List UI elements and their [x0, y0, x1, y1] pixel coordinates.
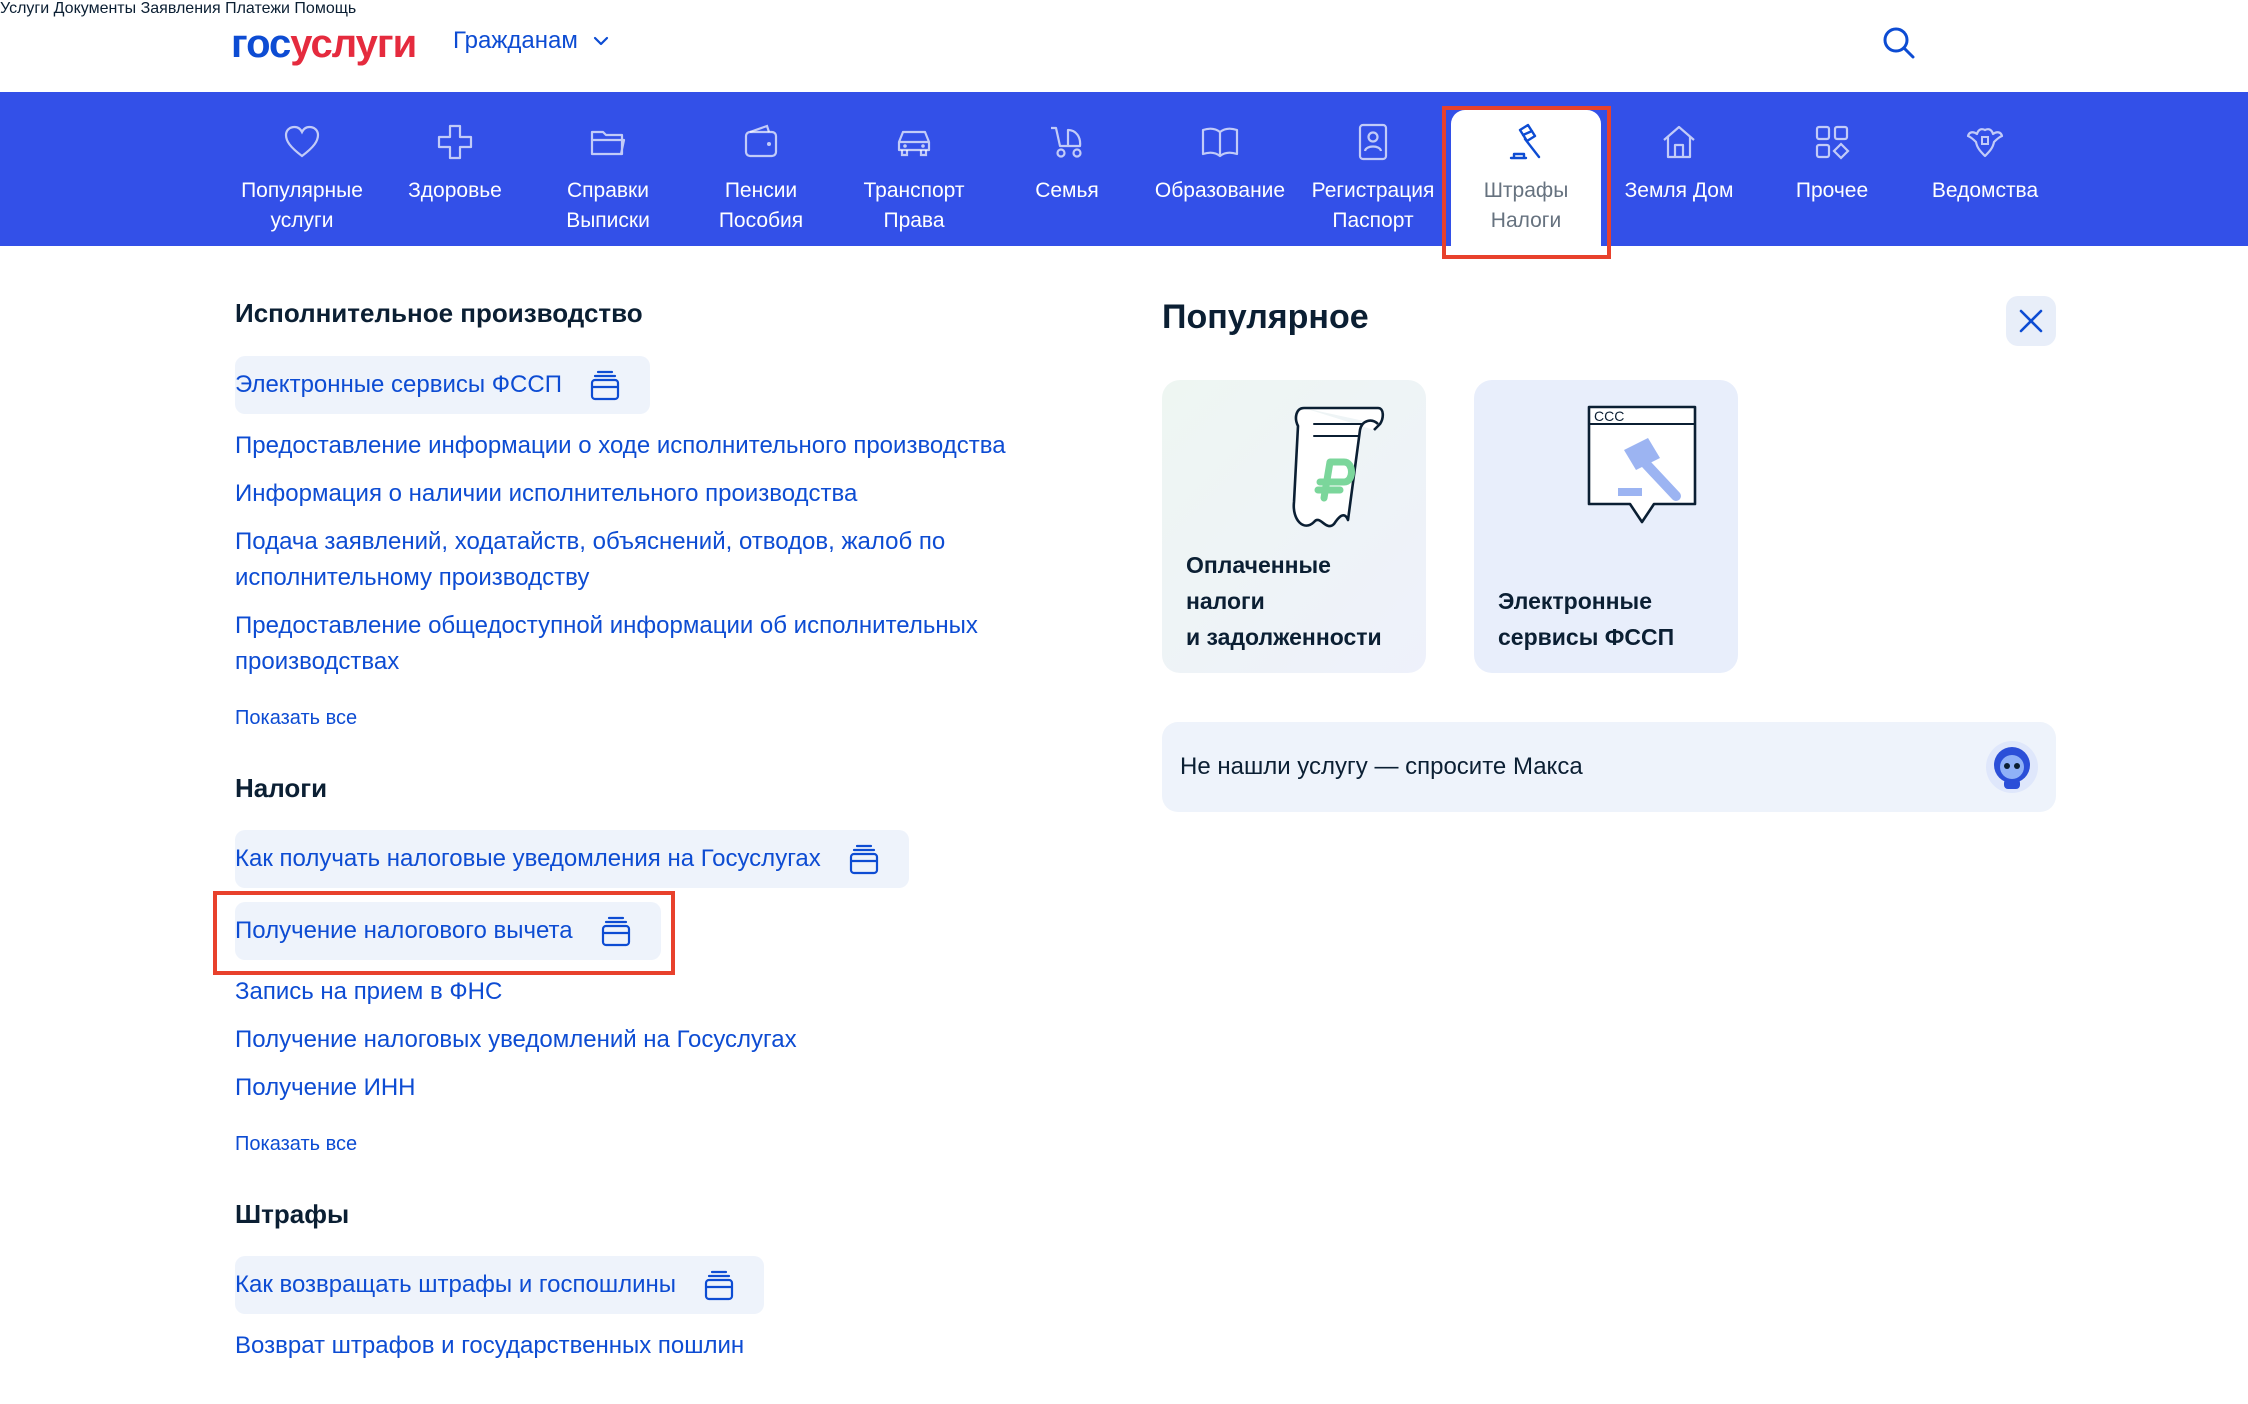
car-icon: [897, 130, 931, 157]
category-label: Здоровье: [408, 179, 502, 202]
link-enforcement-public-info[interactable]: Предоставление общедоступной информации …: [235, 608, 1055, 680]
ask-max-banner[interactable]: Не нашли услугу — спросите Макса: [1162, 722, 2056, 812]
link-tax-notifications[interactable]: Получение налоговых уведомлений на Госус…: [235, 1022, 797, 1058]
show-all-taxes[interactable]: Показать все: [235, 1133, 357, 1156]
link-enforcement-progress[interactable]: Предоставление информации о ходе исполни…: [235, 428, 1135, 464]
category-education[interactable]: Образование: [1145, 92, 1295, 246]
category-label: Пенсии Пособия: [718, 179, 804, 232]
category-label: Образование: [1154, 179, 1286, 202]
category-pensions[interactable]: Пенсии Пособия: [686, 92, 836, 246]
category-label: Регистрация Паспорт: [1311, 179, 1435, 232]
site-header: госуслуги Гражданам Услуги Документы Зая…: [0, 0, 2248, 92]
link-inn[interactable]: Получение ИНН: [235, 1070, 416, 1106]
id-card-icon: [1358, 123, 1388, 161]
link-fns-appointment[interactable]: Запись на прием в ФНС: [235, 974, 502, 1010]
category-registration[interactable]: Регистрация Паспорт: [1298, 92, 1448, 246]
category-label: Популярные услуги: [241, 179, 363, 232]
chevron-down-icon: [593, 36, 608, 46]
gosuslugi-logo[interactable]: госуслуги: [231, 20, 417, 68]
gavel-icon: [1509, 123, 1541, 160]
nav-services[interactable]: Услуги: [0, 0, 49, 17]
logo-text-gos: гос: [231, 22, 291, 66]
category-label: Прочее: [1795, 179, 1869, 202]
folder-icon: [590, 130, 626, 156]
nav-payments[interactable]: Платежи: [225, 0, 290, 17]
search-icon[interactable]: [1882, 26, 1916, 60]
receipt-ruble-icon: [1292, 406, 1385, 528]
category-certificates[interactable]: Справки Выписки: [533, 92, 683, 246]
fssp-gavel-icon: ССС: [1587, 405, 1697, 524]
nav-documents[interactable]: Документы: [54, 0, 136, 17]
card-fssp-services[interactable]: ССС Электронные сервисы ФССП: [1474, 380, 1738, 673]
stroller-icon: [1051, 126, 1082, 158]
emblem-icon: [1966, 128, 2004, 158]
nav-applications[interactable]: Заявления: [141, 0, 221, 17]
document-stack-icon: [601, 916, 630, 947]
svg-text:ССС: ССС: [1594, 408, 1624, 424]
category-fines-taxes[interactable]: Штрафы Налоги: [1451, 110, 1601, 246]
link-enforcement-existence[interactable]: Информация о наличии исполнительного про…: [235, 476, 1135, 512]
pill-tax-notifications-howto[interactable]: Как получать налоговые уведомления на Го…: [235, 830, 909, 888]
pill-fines-refund-howto[interactable]: Как возвращать штрафы и госпошлины: [235, 1256, 764, 1314]
category-label: Штрафы Налоги: [1483, 179, 1569, 232]
card-paid-taxes[interactable]: Оплаченные налоги и задолженности: [1162, 380, 1426, 673]
pill-label: Как возвращать штрафы и госпошлины: [235, 1271, 676, 1298]
card-label: Электронные сервисы ФССП: [1498, 588, 1675, 650]
pill-label: Как получать налоговые уведомления на Го…: [235, 845, 821, 872]
category-other[interactable]: Прочее: [1757, 92, 1907, 246]
show-all-enforcement[interactable]: Показать все: [235, 707, 357, 730]
book-icon: [1201, 127, 1239, 158]
logo-text-uslugi: услуги: [290, 22, 417, 66]
pill-tax-deduction[interactable]: Получение налогового вычета: [235, 902, 661, 960]
card-label: Оплаченные налоги и задолженности: [1186, 552, 1382, 650]
robot-avatar-icon: [1986, 741, 2038, 793]
wallet-icon: [744, 124, 778, 158]
document-stack-icon: [849, 844, 878, 875]
section-title-enforcement: Исполнительное производство: [235, 298, 643, 328]
category-health[interactable]: Здоровье: [380, 92, 530, 246]
popular-title: Популярное: [1162, 298, 1369, 336]
category-bar: Популярные услуги Здоровье Справки Выпис…: [0, 92, 2248, 246]
ask-max-label: Не нашли услугу — спросите Макса: [1180, 753, 1583, 780]
heart-icon: [284, 125, 320, 158]
pill-fssp-services[interactable]: Электронные сервисы ФССП: [235, 356, 650, 414]
nav-help[interactable]: Помощь: [294, 0, 356, 17]
pill-label: Получение налогового вычета: [235, 917, 573, 944]
document-stack-icon: [590, 370, 620, 401]
close-icon: [2019, 309, 2043, 333]
close-button[interactable]: [2006, 296, 2056, 346]
category-label: Справки Выписки: [566, 179, 650, 232]
section-title-taxes: Налоги: [235, 773, 328, 803]
pill-label: Электронные сервисы ФССП: [235, 371, 562, 398]
house-icon: [1663, 125, 1695, 159]
category-family[interactable]: Семья: [992, 92, 1142, 246]
category-agencies[interactable]: Ведомства: [1910, 92, 2060, 246]
category-label: Ведомства: [1931, 179, 2039, 202]
category-label: Транспорт Права: [863, 179, 965, 232]
audience-dropdown[interactable]: Гражданам: [453, 27, 610, 55]
link-enforcement-complaints[interactable]: Подача заявлений, ходатайств, объяснений…: [235, 524, 995, 596]
audience-label: Гражданам: [453, 27, 578, 54]
grid-icon: [1815, 125, 1850, 160]
category-transport[interactable]: Транспорт Права: [839, 92, 989, 246]
document-stack-icon: [704, 1270, 734, 1301]
category-label: Земля Дом: [1624, 179, 1734, 202]
category-label: Семья: [1035, 179, 1099, 202]
plus-cross-icon: [437, 124, 473, 160]
section-title-fines: Штрафы: [235, 1199, 350, 1229]
category-popular[interactable]: Популярные услуги: [227, 92, 377, 246]
category-land-house[interactable]: Земля Дом: [1604, 92, 1754, 246]
link-fines-refund[interactable]: Возврат штрафов и государственных пошлин: [235, 1328, 744, 1364]
